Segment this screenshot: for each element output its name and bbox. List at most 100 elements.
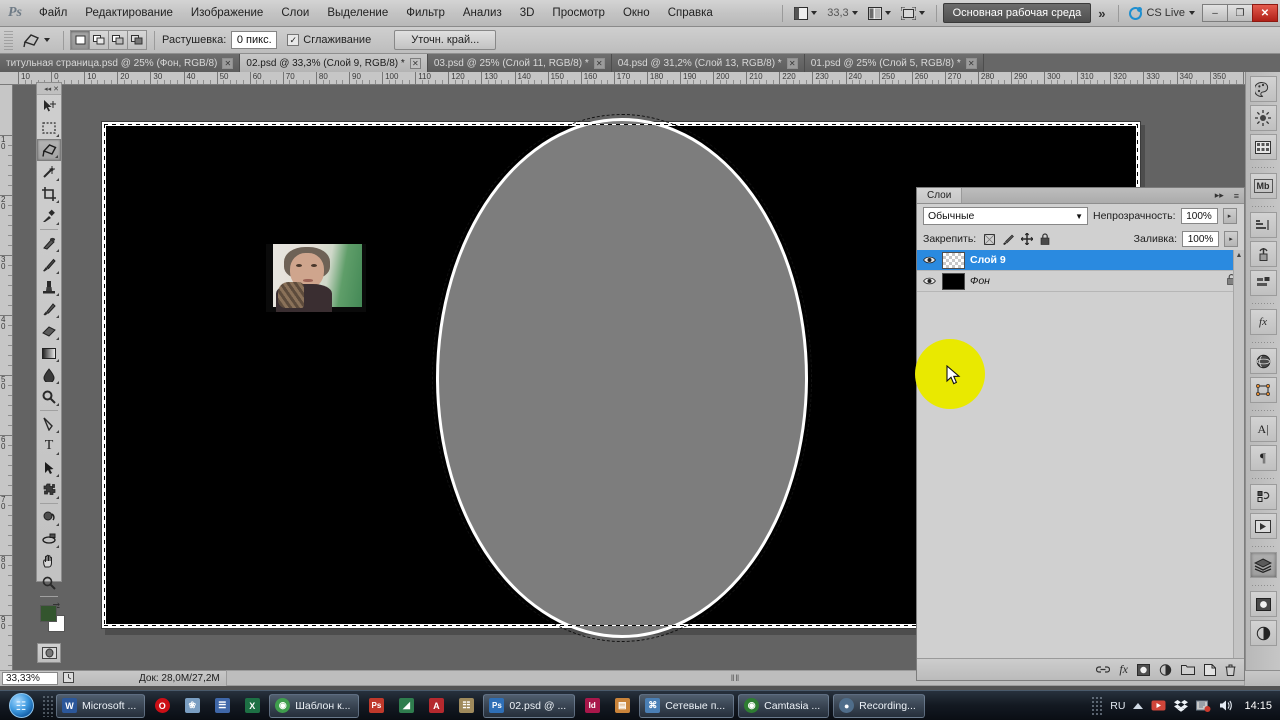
active-tool-preview[interactable] [17, 33, 56, 48]
tool-blur[interactable] [37, 364, 61, 386]
layer-0-thumbnail[interactable] [942, 251, 965, 269]
tool-history-brush[interactable] [37, 298, 61, 320]
menu-analysis[interactable]: Анализ [454, 0, 511, 27]
dock-character-panel[interactable]: A| [1249, 416, 1277, 442]
taskbar-explorer-button[interactable]: ▤ [608, 693, 636, 719]
tool-magic-wand[interactable] [37, 161, 61, 183]
tray-grip[interactable] [1091, 695, 1103, 716]
minimize-button[interactable]: – [1202, 4, 1228, 22]
tools-collapse-icon[interactable]: ◂◂ [44, 85, 51, 93]
dock-adjustments-panel[interactable] [1249, 105, 1277, 131]
add-to-selection-button[interactable] [89, 30, 109, 50]
subtract-from-selection-button[interactable] [108, 30, 128, 50]
document-tab-1[interactable]: 02.psd @ 33,3% (Слой 9, RGB/8) * ✕ [240, 54, 428, 72]
workspace-switcher-button[interactable]: Основная рабочая среда [942, 3, 1092, 23]
tools-close-icon[interactable]: ✕ [53, 85, 59, 93]
dock-3d-panel[interactable] [1249, 348, 1277, 374]
arrange-documents-button[interactable] [863, 3, 896, 24]
start-button[interactable]: ☷ [0, 691, 42, 720]
adjustment-layer-icon[interactable] [1159, 663, 1172, 676]
menu-window[interactable]: Окно [614, 0, 659, 27]
taskbar-illustrator-button[interactable]: ◢ [392, 693, 420, 719]
document-tab-3[interactable]: 04.psd @ 31,2% (Слой 13, RGB/8) * ✕ [611, 54, 805, 72]
quick-mask-button[interactable] [37, 643, 61, 663]
layers-panel-menu-icon[interactable]: ≡ [1229, 188, 1244, 203]
opacity-slider-button[interactable]: ▸ [1222, 208, 1237, 224]
horizontal-ruler[interactable]: 10 0 10 20 30 40 50 60 70 80 90 100 110 120 130 140 150 1… [0, 72, 1280, 85]
tool-gradient[interactable] [37, 342, 61, 364]
document-tab-1-close-icon[interactable]: ✕ [409, 57, 421, 69]
taskbar-psd-task[interactable]: Ps 02.psd @ ... [483, 693, 576, 718]
new-selection-button[interactable] [70, 30, 90, 50]
fill-slider-button[interactable]: ▸ [1224, 231, 1238, 247]
new-group-icon[interactable] [1181, 664, 1195, 675]
layer-row-0[interactable]: Слой 9 [917, 250, 1244, 271]
language-indicator[interactable]: RU [1110, 700, 1125, 712]
menu-3d[interactable]: 3D [511, 0, 544, 27]
menu-help[interactable]: Справка [659, 0, 722, 27]
update-tray-icon[interactable] [1196, 699, 1211, 712]
delete-layer-icon[interactable] [1225, 664, 1236, 676]
layer-1-thumbnail[interactable] [942, 272, 965, 290]
tool-pen[interactable] [37, 413, 61, 435]
layers-scroll-up-icon[interactable]: ▲ [1234, 250, 1244, 261]
dock-masks-panel[interactable] [1249, 241, 1277, 267]
tab-layers[interactable]: Слои [917, 188, 963, 203]
taskbar-photoshop-button[interactable]: Ps [362, 693, 390, 719]
taskbar-scan-button[interactable]: ☷ [452, 693, 480, 719]
volume-tray-icon[interactable] [1219, 699, 1234, 712]
photo-thumbnail[interactable] [266, 244, 366, 312]
tool-custom-shape[interactable] [37, 479, 61, 501]
dock-paths-panel[interactable] [1249, 620, 1277, 646]
layer-0-name[interactable]: Слой 9 [970, 254, 1006, 266]
intersect-selection-button[interactable] [127, 30, 147, 50]
menu-view[interactable]: Просмотр [543, 0, 614, 27]
antialias-checkbox[interactable]: ✓ Сглаживание [287, 34, 376, 46]
document-tab-2[interactable]: 03.psd @ 25% (Слой 11, RGB/8) * ✕ [427, 54, 612, 72]
workspace-overflow-icon[interactable]: » [1091, 6, 1112, 21]
dock-mini-bridge-panel[interactable]: Mb [1249, 173, 1277, 199]
taskbar-indesign-button[interactable]: Id [578, 693, 606, 719]
show-hidden-icons-icon[interactable] [1133, 702, 1144, 709]
menu-layers[interactable]: Слои [272, 0, 318, 27]
taskbar-camtasia-task[interactable]: ◉ Camtasia ... [738, 693, 830, 718]
opacity-input[interactable]: 100% [1180, 208, 1218, 224]
cs-live-button[interactable]: CS Live [1125, 6, 1199, 20]
status-bar-mode-icon[interactable] [63, 671, 74, 686]
taskbar-chrome-task[interactable]: ◉ Шаблон к... [269, 693, 360, 718]
menu-filter[interactable]: Фильтр [397, 0, 454, 27]
screen-modes-button[interactable] [896, 3, 930, 24]
tool-clone-stamp[interactable] [37, 276, 61, 298]
dock-history-panel[interactable] [1249, 484, 1277, 510]
layer-0-visibility-toggle[interactable] [921, 255, 937, 265]
tool-eyedropper[interactable] [37, 205, 61, 227]
zoom-level-menu[interactable]: 33,3 [822, 3, 862, 24]
quicklaunch-grip[interactable] [42, 694, 54, 717]
dock-histogram-panel[interactable] [1249, 212, 1277, 238]
blend-mode-select[interactable]: Обычные ▼ [923, 207, 1088, 225]
tool-move[interactable] [37, 95, 61, 117]
feather-input[interactable]: 0 пикс. [231, 31, 278, 49]
taskbar-opera-button[interactable]: O [148, 693, 176, 719]
dropbox-tray-icon[interactable] [1174, 699, 1189, 712]
tool-3d-camera-rotate[interactable] [37, 528, 61, 550]
tool-hand[interactable] [37, 550, 61, 572]
tools-panel-header[interactable]: ◂◂ ✕ [37, 83, 61, 95]
close-button[interactable]: ✕ [1252, 4, 1278, 22]
lock-all-icon[interactable] [1040, 233, 1050, 245]
taskbar-photo-button[interactable]: ❀ [178, 693, 206, 719]
tool-brush[interactable] [37, 254, 61, 276]
layers-list[interactable]: Слой 9 Фон ▲ [917, 250, 1244, 658]
layer-1-name[interactable]: Фон [970, 275, 990, 287]
menu-edit[interactable]: Редактирование [76, 0, 182, 27]
document-tab-4[interactable]: 01.psd @ 25% (Слой 5, RGB/8) * ✕ [804, 54, 984, 72]
dock-animation-panel[interactable] [1249, 377, 1277, 403]
tool-lasso[interactable] [37, 139, 61, 161]
dock-actions-panel[interactable] [1249, 513, 1277, 539]
tool-crop[interactable] [37, 183, 61, 205]
vertical-ruler[interactable]: 10 20 30 40 50 60 70 80 90 [0, 85, 13, 670]
menu-file[interactable]: Файл [30, 0, 76, 27]
tool-marquee[interactable] [37, 117, 61, 139]
dock-swatches-panel[interactable] [1249, 134, 1277, 160]
foreground-color-swatch[interactable] [40, 605, 57, 622]
